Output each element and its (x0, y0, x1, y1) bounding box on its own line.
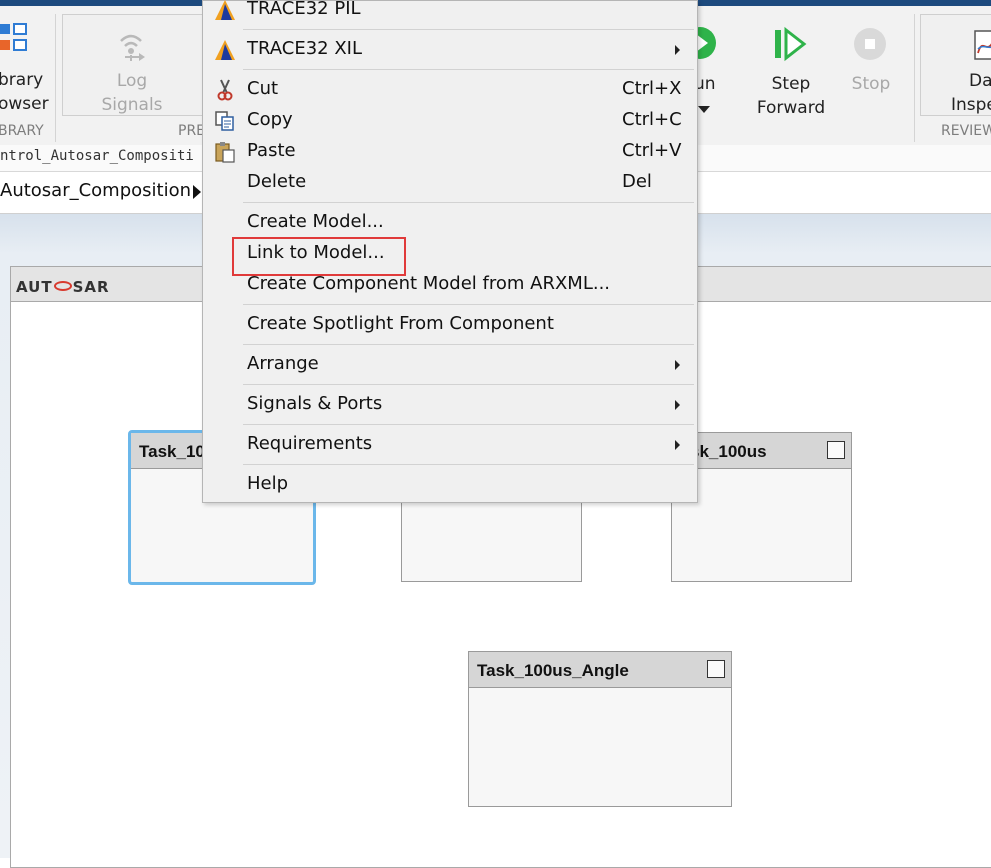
paste-icon (215, 142, 235, 163)
menu-separator (243, 202, 694, 203)
menu-item-create-spotlight[interactable]: Create Spotlight From Component (203, 310, 697, 340)
menu-separator (243, 344, 694, 345)
menu-separator (243, 304, 694, 305)
trace32-icon (215, 0, 235, 20)
step-forward-label-1: Step (771, 74, 811, 94)
menu-item-shortcut: Ctrl+X (622, 78, 682, 99)
library-browser-icon (0, 23, 27, 51)
review-section-label: REVIEW (941, 123, 991, 139)
prepare-section-label: PRE (178, 123, 206, 139)
data-inspector-label-1: Da (969, 71, 991, 91)
menu-item-label: Delete (247, 171, 307, 192)
menu-separator (243, 29, 694, 30)
submenu-arrow-icon (675, 440, 680, 450)
menu-item-signals-ports[interactable]: Signals & Ports (203, 390, 697, 420)
library-browser-button[interactable]: brary owser (0, 10, 52, 114)
submenu-arrow-icon (675, 400, 680, 410)
menu-item-cut[interactable]: Cut Ctrl+X (203, 75, 697, 105)
component-block-title: Task_100us_Angle (477, 661, 629, 680)
menu-item-label: Create Model... (247, 211, 384, 232)
menu-item-label: Paste (247, 140, 296, 161)
menu-item-label: Requirements (247, 433, 373, 454)
copy-icon (215, 111, 234, 131)
menu-item-delete[interactable]: Delete Del (203, 168, 697, 198)
step-forward-label-2: Forward (756, 98, 826, 118)
menu-item-requirements[interactable]: Requirements (203, 430, 697, 460)
menu-item-help[interactable]: Help (203, 470, 697, 500)
menu-item-trace32-xil[interactable]: TRACE32 XIL (203, 35, 697, 65)
menu-item-copy[interactable]: Copy Ctrl+C (203, 106, 697, 136)
block-checkbox-icon[interactable] (827, 441, 845, 459)
block-checkbox-icon[interactable] (707, 660, 725, 678)
breadcrumb-item[interactable]: Autosar_Composition (0, 180, 191, 201)
menu-item-label: Copy (247, 109, 293, 130)
data-inspector-label-2: Inspe (951, 95, 991, 115)
model-path-text[interactable]: ntrol_Autosar_Compositi (0, 148, 194, 164)
log-signals-icon (120, 34, 145, 61)
menu-item-paste[interactable]: Paste Ctrl+V (203, 137, 697, 167)
library-section-label: BRARY (0, 123, 44, 139)
menu-item-label: TRACE32 PIL (247, 0, 361, 19)
toolstrip-separator (55, 14, 56, 142)
step-forward-icon (775, 26, 807, 62)
log-signals-button[interactable]: Log Signals (62, 14, 204, 116)
menu-item-create-model[interactable]: Create Model... (203, 208, 697, 238)
toolstrip-separator (914, 14, 915, 142)
log-signals-label-1: Log (116, 71, 148, 91)
menu-item-shortcut: Del (622, 171, 652, 192)
menu-item-shortcut: Ctrl+V (622, 140, 682, 161)
trace32-icon (215, 40, 235, 60)
menu-separator (243, 69, 694, 70)
submenu-arrow-icon (675, 45, 680, 55)
autosar-logo: AUT SAR (16, 278, 110, 296)
component-block-title: sk_100us (690, 442, 767, 461)
data-inspector-icon (974, 30, 991, 60)
menu-separator (243, 464, 694, 465)
stop-icon (854, 28, 886, 60)
menu-item-arrange[interactable]: Arrange (203, 350, 697, 380)
submenu-arrow-icon (675, 360, 680, 370)
component-block-title: Task_10 (139, 442, 205, 461)
menu-item-label: Cut (247, 78, 279, 99)
library-browser-label-1: brary (0, 70, 44, 90)
menu-separator (243, 424, 694, 425)
menu-item-label: Signals & Ports (247, 393, 383, 414)
menu-item-label: TRACE32 XIL (247, 38, 363, 59)
menu-item-label: Create Spotlight From Component (247, 313, 554, 334)
breadcrumb-arrow-icon[interactable] (193, 185, 201, 199)
stop-label: Stop (851, 74, 891, 94)
menu-item-shortcut: Ctrl+C (622, 109, 682, 130)
highlight-box (232, 237, 406, 276)
menu-item-label: Arrange (247, 353, 319, 374)
component-block[interactable]: Task_100us_Angle (468, 651, 732, 807)
log-signals-label-2: Signals (101, 95, 163, 115)
run-dropdown-icon[interactable] (698, 106, 710, 113)
menu-item-trace32-pil[interactable]: TRACE32 PIL (203, 0, 697, 25)
menu-separator (243, 384, 694, 385)
data-inspector-button[interactable]: Da Inspe (920, 14, 991, 116)
component-block[interactable]: sk_100us (671, 432, 852, 582)
stop-button[interactable]: Stop (840, 14, 902, 118)
menu-item-label: Create Component Model from ARXML... (247, 273, 611, 294)
step-forward-button[interactable]: Step Forward (752, 14, 830, 118)
library-browser-label-2: owser (0, 94, 49, 114)
scissors-icon (217, 79, 233, 101)
menu-item-label: Help (247, 473, 289, 494)
